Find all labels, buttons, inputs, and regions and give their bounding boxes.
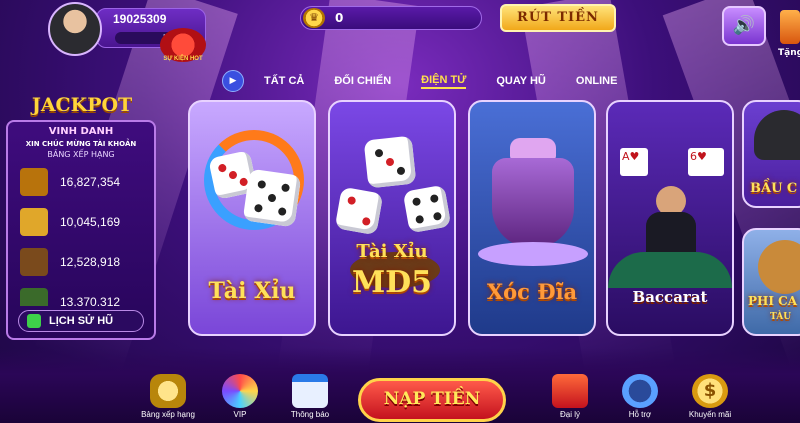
ranking-link[interactable]: BẢNG XẾP HẠNG bbox=[8, 150, 154, 159]
category-tabs: ▶ TẤT CẢ ĐỐI CHIẾN ĐIỆN TỬ QUAY HŨ ONLIN… bbox=[222, 68, 782, 94]
tab-online[interactable]: ONLINE bbox=[576, 75, 618, 87]
game-title: Tài Xỉu bbox=[208, 278, 296, 304]
jackpot-row[interactable]: 16,827,354 bbox=[20, 168, 150, 198]
gift-icon[interactable] bbox=[780, 10, 800, 44]
jackpot-row[interactable]: 12,528,918 bbox=[20, 248, 150, 278]
bau-cua-art bbox=[754, 110, 800, 160]
tab-all[interactable]: TẤT CẢ bbox=[264, 75, 304, 87]
crown-icon: ♛ bbox=[303, 8, 325, 28]
game-title-line1: Tài Xỉu bbox=[356, 241, 428, 262]
nav-label: Hỗ trợ bbox=[628, 410, 652, 419]
history-label: LỊCH SỬ HŨ bbox=[49, 315, 114, 327]
game-title-line2: MD5 bbox=[351, 265, 433, 300]
game-card-bau-cua[interactable]: BẦU C bbox=[742, 100, 800, 208]
jackpot-row[interactable]: 10,045,169 bbox=[20, 208, 150, 238]
jackpot-amount: 10,045,169 bbox=[60, 215, 121, 229]
nav-label: Khuyến mãi bbox=[688, 410, 732, 419]
game-thumb bbox=[20, 208, 48, 236]
game-thumb bbox=[20, 288, 48, 306]
headset-icon bbox=[622, 374, 658, 408]
game-card-baccarat[interactable]: A♥ 6♥ Baccarat bbox=[606, 100, 734, 336]
jackpot-amount: 12,528,918 bbox=[60, 255, 121, 269]
lion-art bbox=[758, 240, 800, 294]
dollar-coin-icon: $ bbox=[692, 374, 728, 408]
deposit-button[interactable]: NẠP TIỀN bbox=[358, 378, 506, 422]
withdraw-button[interactable]: RÚT TIỀN bbox=[500, 4, 616, 32]
trophy-star-icon bbox=[150, 374, 186, 408]
nav-label: Thông báo bbox=[290, 410, 330, 419]
game-title: PHI CA bbox=[748, 294, 798, 308]
player-id: 19025309 bbox=[113, 12, 167, 26]
nav-ranking[interactable]: Bảng xếp hạng bbox=[128, 374, 208, 419]
gift-label[interactable]: Tặng bbox=[778, 48, 800, 58]
nav-notice[interactable]: Thông báo bbox=[270, 374, 350, 419]
game-title: BẦU C bbox=[750, 181, 798, 196]
nav-label: Bảng xếp hạng bbox=[141, 410, 195, 419]
jackpot-panel: VINH DANH XIN CHÚC MỪNG TÀI KHOẢN BẢNG X… bbox=[6, 120, 156, 340]
game-card-phi-ca[interactable]: PHI CA TÀU bbox=[742, 228, 800, 336]
honor-title: VINH DANH bbox=[48, 126, 114, 137]
game-thumb bbox=[20, 168, 48, 196]
die-icon bbox=[334, 186, 384, 236]
jackpot-title: JACKPOT bbox=[31, 94, 133, 116]
game-title: Baccarat bbox=[632, 288, 708, 306]
nav-label: VIP bbox=[233, 410, 247, 419]
die-icon bbox=[363, 135, 417, 189]
tab-slots[interactable]: QUAY HŨ bbox=[496, 75, 546, 87]
game-card-tai-xiu-md5[interactable]: Tài Xỉu MD5 bbox=[328, 100, 456, 336]
die-icon bbox=[402, 184, 452, 234]
game-card-tai-xiu[interactable]: Tài Xỉu bbox=[188, 100, 316, 336]
wheel-icon bbox=[222, 374, 258, 408]
jackpot-row[interactable]: 13,370,312 bbox=[20, 288, 150, 306]
coin-balance: ♛ 0 bbox=[300, 6, 482, 30]
play-icon[interactable]: ▶ bbox=[222, 70, 244, 92]
game-card-xoc-dia[interactable]: Xóc Đĩa bbox=[468, 100, 596, 336]
nav-support[interactable]: Hỗ trợ bbox=[600, 374, 680, 419]
jackpot-amount: 13,370,312 bbox=[60, 295, 121, 306]
top-bar: 19025309 lv.1 SỰ KIỆN HOT ♛ 0 RÚT TIỀN 🔊… bbox=[0, 0, 800, 62]
nav-promo[interactable]: $ Khuyến mãi bbox=[670, 374, 750, 419]
game-subtitle: TÀU bbox=[770, 312, 792, 322]
jackpot-amount: 16,827,354 bbox=[60, 175, 121, 189]
nav-vip[interactable]: VIP bbox=[200, 374, 280, 419]
event-badge-label: SỰ KIỆN HOT bbox=[163, 56, 203, 62]
tab-electronic[interactable]: ĐIỆN TỬ bbox=[421, 74, 467, 89]
avatar[interactable] bbox=[48, 2, 102, 56]
tab-pvp[interactable]: ĐỐI CHIẾN bbox=[334, 75, 391, 87]
game-thumb bbox=[20, 248, 48, 276]
sound-icon[interactable]: 🔊 bbox=[722, 6, 766, 46]
nav-agent[interactable]: Đại lý bbox=[530, 374, 610, 419]
die-icon bbox=[242, 168, 302, 228]
history-icon bbox=[27, 314, 41, 328]
nav-label: Đại lý bbox=[559, 410, 580, 419]
jackpot-history-button[interactable]: LỊCH SỬ HŨ bbox=[18, 310, 144, 332]
coin-value: 0 bbox=[335, 11, 344, 25]
congrats-text: XIN CHÚC MỪNG TÀI KHOẢN bbox=[25, 140, 137, 148]
calendar-icon bbox=[292, 374, 328, 408]
game-title: Xóc Đĩa bbox=[486, 279, 578, 304]
gift-box-icon bbox=[552, 374, 588, 408]
